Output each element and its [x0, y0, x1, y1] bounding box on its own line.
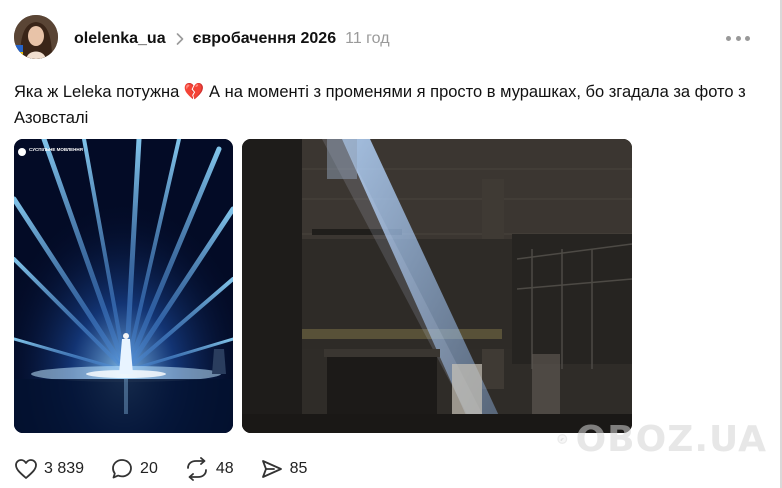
- speech-bubble-icon: [112, 459, 132, 479]
- photo-logo-text: СУСПІЛЬНЕ МОВЛЕННЯ: [29, 147, 83, 152]
- post-timestamp: 11 год: [345, 30, 390, 47]
- send-paper-plane-icon: [261, 460, 282, 478]
- heart-outline-icon: [15, 459, 37, 479]
- repost-button[interactable]: 48: [184, 457, 234, 481]
- post-text: Яка ж Leleka потужна 💔 А на моменті з пр…: [14, 83, 746, 127]
- post-photo-industrial[interactable]: [242, 139, 632, 433]
- post-actions: 3 839 20 48 85: [14, 455, 333, 483]
- comment-button[interactable]: 20: [110, 457, 158, 481]
- like-button[interactable]: 3 839: [14, 458, 84, 480]
- post-header: olelenka_ua євробачення 2026 11 год: [74, 28, 390, 50]
- repost-count: 48: [215, 460, 234, 477]
- watermark: OBOZ.UA: [557, 404, 767, 474]
- repost-arrows-icon: [186, 457, 207, 481]
- more-horizontal-icon: [726, 35, 731, 41]
- watermark-text: OBOZ.UA: [575, 418, 767, 460]
- topic-tag[interactable]: євробачення 2026: [193, 30, 337, 48]
- chevron-right-icon: [176, 33, 184, 45]
- author-username[interactable]: olelenka_ua: [74, 30, 166, 48]
- avatar[interactable]: [14, 15, 58, 59]
- share-button[interactable]: 85: [260, 458, 308, 480]
- share-count: 85: [289, 460, 308, 477]
- comment-count: 20: [140, 460, 158, 477]
- like-count: 3 839: [44, 460, 85, 477]
- post-photo-stage[interactable]: СУСПІЛЬНЕ МОВЛЕННЯ: [14, 139, 233, 433]
- more-options-button[interactable]: [726, 30, 750, 46]
- watermark-logo-icon: [557, 434, 568, 444]
